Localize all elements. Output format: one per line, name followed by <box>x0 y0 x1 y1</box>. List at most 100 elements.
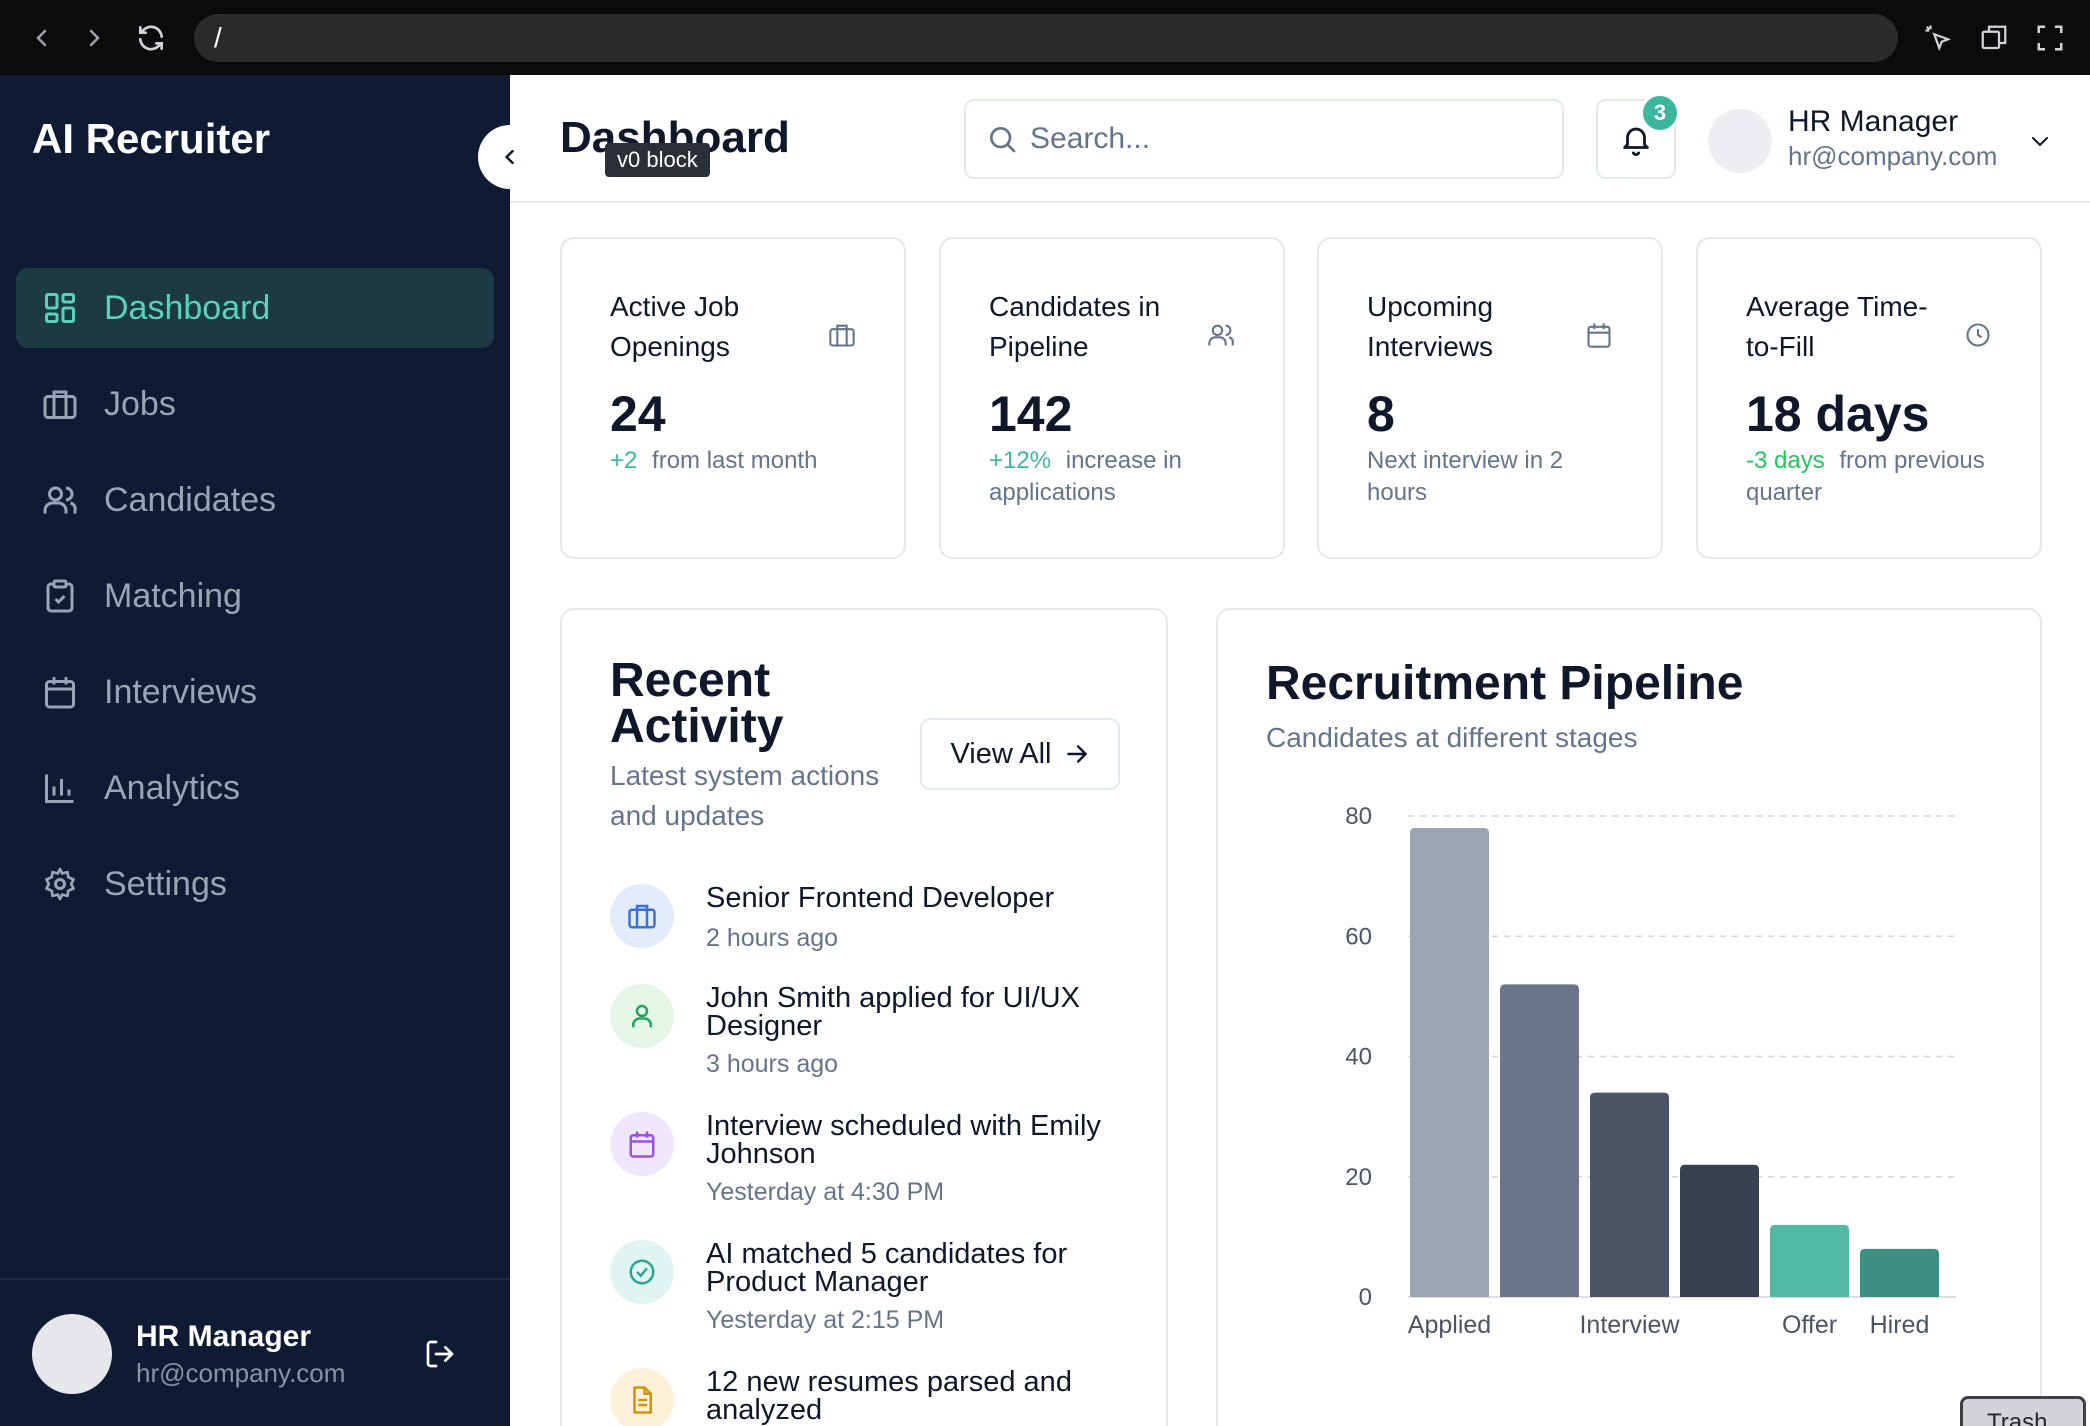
collapse-sidebar-button[interactable] <box>478 125 542 189</box>
arrow-right-icon <box>1064 741 1090 767</box>
calendar-icon <box>1583 319 1615 351</box>
copy-icon <box>1981 25 2007 50</box>
activity-text: John Smith applied for UI/UX Designer <box>706 982 1080 1042</box>
expand-icon <box>2037 25 2063 51</box>
search-input[interactable] <box>1030 122 1530 156</box>
logout-icon <box>426 1340 454 1368</box>
user-menu[interactable]: HR Manager hr@company.com <box>1708 101 2068 181</box>
stat-label: Candidates in Pipeline <box>989 291 1161 362</box>
activity-text: AI matched 5 candidates for Product Mana… <box>706 1238 1068 1298</box>
x-tick-label: Hired <box>1870 1311 1930 1339</box>
chart-bar[interactable] <box>1860 1248 1939 1297</box>
clipboard-check-icon <box>40 576 80 616</box>
briefcase-icon <box>40 384 80 424</box>
bar-chart-icon <box>40 768 80 808</box>
sidebar-item-label: Jobs <box>104 384 176 423</box>
sidebar-item-label: Settings <box>104 864 227 903</box>
stat-note: +2 from last month <box>610 445 870 477</box>
y-tick-label: 40 <box>1345 1044 1372 1071</box>
view-all-button[interactable]: View All <box>920 718 1120 790</box>
stat-delta: -3 days <box>1746 447 1825 474</box>
back-button[interactable] <box>22 18 62 58</box>
chart-bar[interactable] <box>1770 1224 1849 1297</box>
sidebar-item-candidates[interactable]: Candidates <box>16 460 494 540</box>
reload-icon <box>139 25 163 51</box>
calendar-icon <box>40 672 80 712</box>
header-user-email: hr@company.com <box>1788 141 1998 171</box>
stat-label: Average Time-to-Fill <box>1746 291 1928 362</box>
forward-button[interactable] <box>74 18 114 58</box>
sidebar-user-name: HR Manager <box>136 1320 312 1353</box>
chart-bar[interactable] <box>1590 1092 1669 1297</box>
users-icon <box>1205 319 1237 351</box>
stat-note-text: Next interview in 2 hours <box>1367 447 1564 506</box>
sidebar: AI Recruiter Dashboard Jobs Candidates M… <box>0 75 542 1426</box>
chevron-left-icon <box>504 149 514 165</box>
search-box[interactable] <box>964 99 1564 179</box>
activity-text: Senior Frontend Developer <box>706 882 1055 914</box>
stat-note-text: from last month <box>652 447 818 474</box>
stat-card-candidates: Candidates in Pipeline 142 +12% increase… <box>939 237 1285 559</box>
users-icon <box>40 480 80 520</box>
sidebar-item-interviews[interactable]: Interviews <box>16 652 494 732</box>
pipeline-bar-chart: 0 20 40 60 80 Applied Interview Offer Hired <box>1345 803 1956 1339</box>
stat-label: Upcoming Interviews <box>1367 291 1494 362</box>
stat-card-active-jobs: Active Job Openings 24 +2 from last mont… <box>560 237 906 559</box>
activity-time: Yesterday at 2:15 PM <box>706 1306 945 1334</box>
url-bar[interactable]: / <box>194 14 1898 62</box>
sidebar-item-matching[interactable]: Matching <box>16 556 494 636</box>
activity-time: 2 hours ago <box>706 924 839 952</box>
stat-card-time-to-fill: Average Time-to-Fill 18 days -3 days fro… <box>1696 237 2042 559</box>
chart-bar[interactable] <box>1500 984 1579 1297</box>
reload-button[interactable] <box>131 18 171 58</box>
stat-value: 18 days <box>1746 386 1930 442</box>
duplicate-button[interactable] <box>1974 18 2014 58</box>
briefcase-icon <box>826 319 858 351</box>
sidebar-item-settings[interactable]: Settings <box>16 844 494 924</box>
sidebar-item-label: Candidates <box>104 480 277 519</box>
clock-icon <box>1962 319 1994 351</box>
cursor-click-icon <box>1925 25 1952 52</box>
stat-note: -3 days from previous quarter <box>1746 445 2006 509</box>
notification-badge: 3 <box>1640 93 1680 133</box>
browser-chrome: / <box>0 0 2090 75</box>
search-icon <box>990 126 1016 153</box>
select-element-button[interactable] <box>1918 18 1958 58</box>
recruitment-pipeline-card: Recruitment Pipeline Candidates at diffe… <box>1216 608 2042 1426</box>
document-icon <box>610 1368 674 1426</box>
activity-subtitle: Latest system actions and updates <box>610 760 880 831</box>
stat-value: 24 <box>610 386 666 442</box>
logout-button[interactable] <box>420 1334 460 1374</box>
stat-value: 142 <box>989 386 1073 442</box>
activity-text: 12 new resumes parsed and analyzed <box>706 1366 1072 1426</box>
stat-value: 8 <box>1367 386 1395 442</box>
stat-label: Active Job Openings <box>610 291 740 362</box>
chevron-down-icon <box>2022 123 2058 159</box>
activity-title: Recent Activity <box>610 654 784 753</box>
brand-title: AI Recruiter <box>32 115 271 162</box>
sidebar-user-email: hr@company.com <box>136 1358 346 1388</box>
x-tick-label: Offer <box>1782 1311 1837 1339</box>
activity-time: Yesterday at 4:30 PM <box>706 1178 945 1206</box>
sidebar-divider <box>0 1278 510 1280</box>
y-tick-label: 0 <box>1359 1284 1372 1311</box>
chart-bar[interactable] <box>1680 1164 1759 1297</box>
top-header: Dashboard v0 block 3 HR Manager hr@compa… <box>510 75 2090 203</box>
stat-delta: +2 <box>610 447 638 474</box>
x-tick-label: Applied <box>1408 1311 1491 1339</box>
dashboard-icon <box>40 288 80 328</box>
trash-button[interactable]: Trash <box>1960 1396 2086 1426</box>
avatar[interactable] <box>32 1314 112 1394</box>
fullscreen-button[interactable] <box>2030 18 2070 58</box>
sidebar-item-jobs[interactable]: Jobs <box>16 364 494 444</box>
chart-bar[interactable] <box>1410 828 1489 1297</box>
sidebar-item-analytics[interactable]: Analytics <box>16 748 494 828</box>
sidebar-item-label: Interviews <box>104 672 258 711</box>
recent-activity-card: Recent Activity Latest system actions an… <box>560 608 1168 1426</box>
briefcase-icon <box>610 884 674 948</box>
avatar <box>1708 109 1772 173</box>
sidebar-item-dashboard[interactable]: Dashboard <box>16 268 494 348</box>
y-tick-label: 20 <box>1345 1164 1372 1191</box>
stat-note: Next interview in 2 hours <box>1367 445 1627 509</box>
activity-time: 3 hours ago <box>706 1050 839 1078</box>
